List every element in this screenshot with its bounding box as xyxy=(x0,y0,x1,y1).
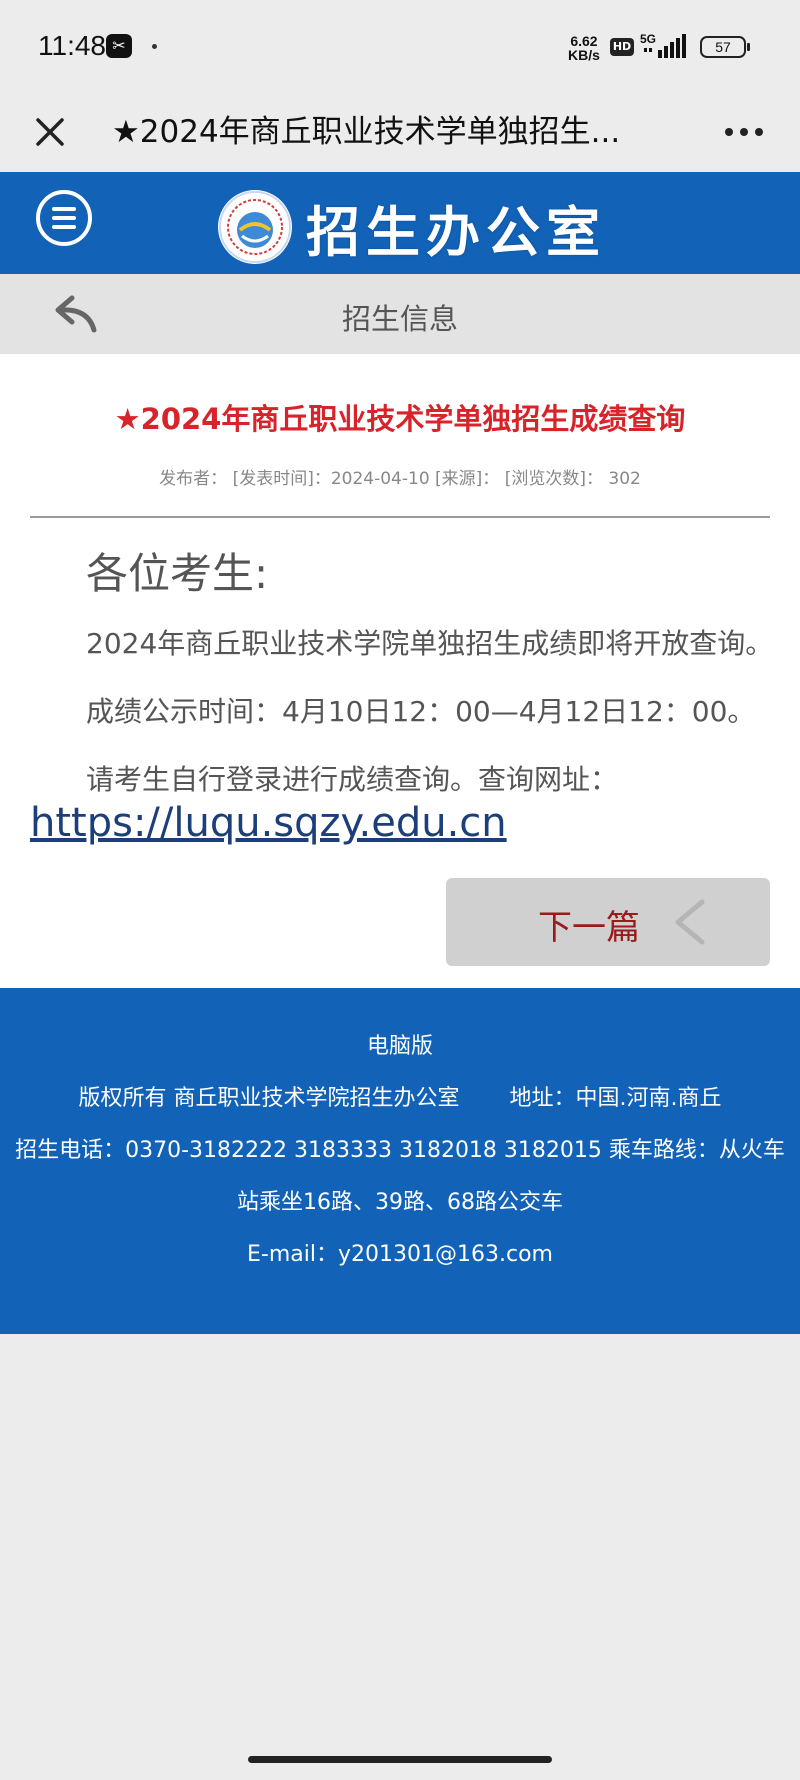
site-header: 招生办公室 xyxy=(0,172,800,274)
close-icon xyxy=(36,118,64,146)
battery-indicator: 57 xyxy=(700,36,750,58)
network-speed: 6.62 KB/s xyxy=(568,34,600,62)
next-article-button[interactable]: 下一篇 xyxy=(446,878,770,966)
close-button[interactable] xyxy=(22,104,78,160)
more-options-button[interactable] xyxy=(712,104,776,160)
section-bar: 招生信息 xyxy=(0,274,800,354)
menu-icon[interactable] xyxy=(36,190,92,246)
browser-bar: ★2024年商丘职业技术学单独招生... xyxy=(0,92,800,172)
page-title: ★2024年商丘职业技术学单独招生... xyxy=(112,114,621,150)
capcut-icon: ✂ xyxy=(106,34,132,58)
footer: 电脑版 版权所有 商丘职业技术学院招生办公室 地址：中国.河南.商丘 招生电话：… xyxy=(0,988,800,1334)
network-speed-value: 6.62 xyxy=(570,33,598,49)
paragraph-announcement: 2024年商丘职业技术学院单独招生成绩即将开放查询。 xyxy=(86,627,774,660)
footer-address: 地址：中国.河南.商丘 xyxy=(509,1086,722,1111)
network-type: 5G xyxy=(640,32,656,46)
school-logo xyxy=(218,190,292,264)
article-meta: 发布者： [发表时间]：2024-04-10 [来源]： [浏览次数]： 302 xyxy=(159,469,641,489)
query-link[interactable]: https://luqu.sqzy.edu.cn xyxy=(30,800,507,846)
chevron-left-icon xyxy=(675,899,705,945)
footer-email: E-mail：y201301@163.com xyxy=(247,1242,553,1267)
signal-icon: 5G xyxy=(640,32,690,60)
paragraph-schedule: 成绩公示时间：4月10日12：00—4月12日12：00。 xyxy=(86,695,756,728)
desktop-version-link[interactable]: 电脑版 xyxy=(0,1028,800,1060)
article: ★2024年商丘职业技术学单独招生成绩查询 发布者： [发表时间]：2024-0… xyxy=(0,354,800,988)
footer-copyright-address: 版权所有 商丘职业技术学院招生办公室 地址：中国.河南.商丘 xyxy=(0,1080,800,1112)
home-indicator[interactable] xyxy=(248,1756,552,1763)
article-title: ★2024年商丘职业技术学单独招生成绩查询 xyxy=(114,402,686,436)
status-bar: 11:48 ✂ 6.62 KB/s HD 5G 57 xyxy=(0,0,800,92)
divider xyxy=(30,516,770,518)
site-title: 招生办公室 xyxy=(306,201,606,264)
hd-badge: HD xyxy=(610,38,634,56)
footer-copyright: 版权所有 商丘职业技术学院招生办公室 xyxy=(78,1086,460,1111)
section-title: 招生信息 xyxy=(341,302,458,336)
status-time: 11:48 xyxy=(38,30,106,61)
more-icon xyxy=(725,128,763,136)
next-article-label: 下一篇 xyxy=(538,908,640,948)
network-speed-unit: KB/s xyxy=(568,47,600,63)
notification-dot xyxy=(152,44,157,49)
footer-route: 站乘坐16路、39路、68路公交车 xyxy=(237,1190,563,1215)
footer-phone: 招生电话：0370-3182222 3183333 3182018 318201… xyxy=(15,1138,785,1163)
greeting: 各位考生: xyxy=(86,549,269,598)
paragraph-instruction: 请考生自行登录进行成绩查询。查询网址： xyxy=(86,763,619,796)
